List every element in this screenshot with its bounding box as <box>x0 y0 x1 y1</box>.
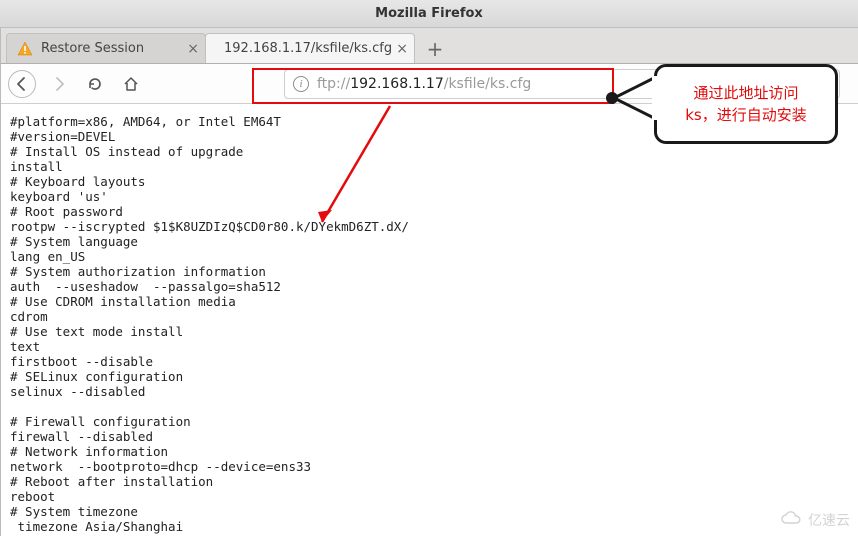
warning-icon <box>17 41 33 57</box>
annotation-callout: 通过此地址访问 ks，进行自动安装 <box>654 64 838 144</box>
window-left-edge <box>0 28 1 536</box>
cloud-icon <box>780 510 802 530</box>
tab-label: 192.168.1.17/ksfile/ks.cfg <box>224 41 392 56</box>
tab-ksfile[interactable]: 192.168.1.17/ksfile/ks.cfg × <box>205 33 415 63</box>
tab-restore-session[interactable]: Restore Session × <box>6 33 206 63</box>
back-button[interactable] <box>8 70 36 98</box>
new-tab-button[interactable]: + <box>420 35 450 63</box>
annotation-url-highlight <box>252 68 614 104</box>
close-icon[interactable]: × <box>396 41 408 57</box>
home-button[interactable] <box>118 71 144 97</box>
file-content: #platform=x86, AMD64, or Intel EM64T #ve… <box>10 114 858 536</box>
tab-label: Restore Session <box>41 41 144 56</box>
tab-strip: Restore Session × 192.168.1.17/ksfile/ks… <box>0 28 858 64</box>
reload-button[interactable] <box>82 71 108 97</box>
watermark: 亿速云 <box>780 510 850 530</box>
window-titlebar: Mozilla Firefox <box>0 0 858 28</box>
forward-button[interactable] <box>46 71 72 97</box>
window-title: Mozilla Firefox <box>0 6 858 21</box>
close-icon[interactable]: × <box>187 41 199 57</box>
